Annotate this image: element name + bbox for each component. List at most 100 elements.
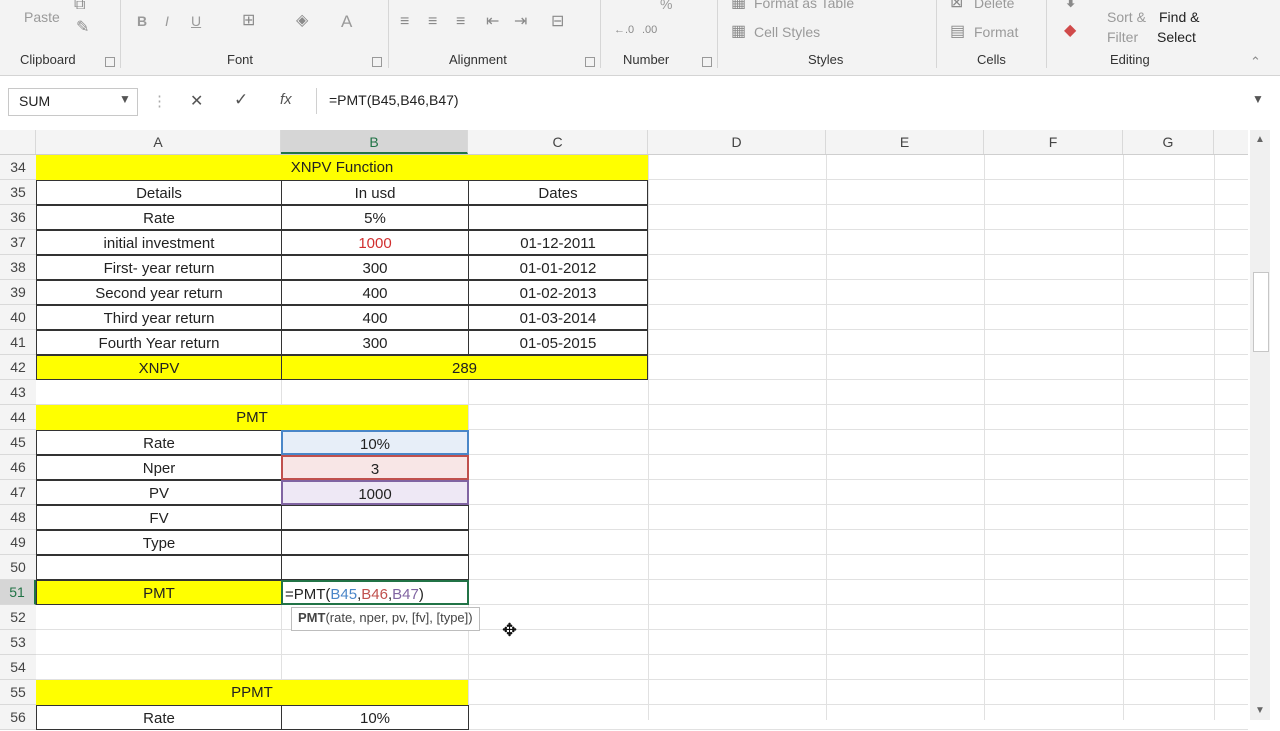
underline-button[interactable]: U <box>191 13 201 29</box>
column-header-f[interactable]: F <box>984 130 1123 154</box>
ppmt-label[interactable]: Rate <box>36 705 282 730</box>
paste-button[interactable]: Paste <box>24 9 60 25</box>
pmt-nper-value[interactable]: 3 <box>281 455 469 480</box>
font-color-button[interactable]: A <box>341 12 352 32</box>
row-header[interactable]: 53 <box>0 630 36 655</box>
formula-input[interactable]: =PMT(B45,B46,B47) <box>316 88 1272 114</box>
column-header-c[interactable]: C <box>468 130 648 154</box>
alignment-launcher[interactable] <box>585 57 595 67</box>
row-header[interactable]: 35 <box>0 180 36 205</box>
enter-icon[interactable]: ✓ <box>234 90 248 110</box>
row-header[interactable]: 44 <box>0 405 36 430</box>
find-select-button-line2[interactable]: Select <box>1157 29 1196 45</box>
row-header[interactable]: 49 <box>0 530 36 555</box>
scroll-up-icon[interactable]: ▲ <box>1255 134 1265 145</box>
row-header[interactable]: 37 <box>0 230 36 255</box>
tooltip-function[interactable]: PMT <box>298 610 325 625</box>
pmt-label[interactable]: PV <box>36 480 282 505</box>
xnpv-header-dates[interactable]: Dates <box>468 180 648 205</box>
xnpv-value[interactable]: 1000 <box>281 230 469 255</box>
bold-button[interactable]: B <box>137 13 147 29</box>
cell-styles-button[interactable]: Cell Styles <box>754 24 820 40</box>
sort-filter-button-line2[interactable]: Filter <box>1107 29 1138 45</box>
row-header[interactable]: 41 <box>0 330 36 355</box>
pmt-fv-value[interactable] <box>281 505 469 530</box>
delete-cells-button[interactable]: Delete <box>974 0 1014 11</box>
ppmt-title[interactable]: PPMT <box>36 680 468 705</box>
clipboard-launcher[interactable] <box>105 57 115 67</box>
column-header-b[interactable]: B <box>281 130 468 154</box>
xnpv-date[interactable]: 01-03-2014 <box>468 305 648 330</box>
italic-button[interactable]: I <box>165 13 169 29</box>
xnpv-label[interactable]: Rate <box>36 205 282 230</box>
row-header[interactable]: 36 <box>0 205 36 230</box>
ppmt-value[interactable]: 10% <box>281 705 469 730</box>
vertical-scrollbar[interactable] <box>1250 130 1270 720</box>
select-all-corner[interactable] <box>0 130 36 154</box>
scrollbar-thumb[interactable] <box>1253 272 1269 352</box>
pmt-blank[interactable] <box>36 555 282 580</box>
xnpv-value[interactable]: 300 <box>281 255 469 280</box>
merge-center-icon[interactable]: ⊟ <box>551 14 564 30</box>
scroll-down-icon[interactable]: ▼ <box>1255 705 1265 716</box>
borders-icon[interactable]: ⊞ <box>242 13 255 29</box>
find-select-button-line1[interactable]: Find & <box>1159 9 1199 25</box>
row-header[interactable]: 39 <box>0 280 36 305</box>
pmt-label[interactable]: Rate <box>36 430 282 455</box>
xnpv-label[interactable]: initial investment <box>36 230 282 255</box>
row-header-active[interactable]: 51 <box>0 580 36 605</box>
xnpv-value[interactable]: 400 <box>281 280 469 305</box>
row-header[interactable]: 48 <box>0 505 36 530</box>
pmt-rate-value[interactable]: 10% <box>281 430 469 455</box>
pmt-blank[interactable] <box>281 555 469 580</box>
format-cells-button[interactable]: Format <box>974 24 1018 40</box>
xnpv-date[interactable]: 01-12-2011 <box>468 230 648 255</box>
clear-icon[interactable]: ◆ <box>1064 23 1076 39</box>
number-launcher[interactable] <box>702 57 712 67</box>
percent-style-button[interactable]: % <box>660 0 672 12</box>
pmt-title[interactable]: PMT <box>36 405 468 430</box>
pmt-pv-value[interactable]: 1000 <box>281 480 469 505</box>
xnpv-label[interactable]: First- year return <box>36 255 282 280</box>
xnpv-header-details[interactable]: Details <box>36 180 282 205</box>
xnpv-label[interactable]: Second year return <box>36 280 282 305</box>
row-header[interactable]: 38 <box>0 255 36 280</box>
increase-indent-icon[interactable]: ⇥ <box>514 14 527 30</box>
row-header[interactable]: 52 <box>0 605 36 630</box>
fill-icon[interactable]: ⬇ <box>1064 0 1077 11</box>
expand-formula-bar-icon[interactable]: ▼ <box>1252 92 1264 106</box>
fill-color-icon[interactable]: ◈ <box>296 13 308 29</box>
pmt-label[interactable]: Nper <box>36 455 282 480</box>
pmt-label[interactable]: Type <box>36 530 282 555</box>
row-header[interactable]: 56 <box>0 705 36 730</box>
font-launcher[interactable] <box>372 57 382 67</box>
name-box[interactable]: SUM ▼ <box>8 88 138 116</box>
xnpv-date[interactable]: 01-02-2013 <box>468 280 648 305</box>
column-header-g[interactable]: G <box>1123 130 1214 154</box>
align-right-icon[interactable]: ≡ <box>456 14 465 30</box>
row-header[interactable]: 43 <box>0 380 36 405</box>
decrease-decimal-icon[interactable]: .00 <box>642 22 657 38</box>
align-left-icon[interactable]: ≡ <box>400 14 409 30</box>
row-header[interactable]: 54 <box>0 655 36 680</box>
copy-icon[interactable]: ⧉ <box>74 0 85 13</box>
xnpv-date[interactable]: 01-01-2012 <box>468 255 648 280</box>
row-header[interactable]: 47 <box>0 480 36 505</box>
xnpv-label[interactable]: Fourth Year return <box>36 330 282 355</box>
cancel-icon[interactable]: ✕ <box>190 91 203 111</box>
xnpv-value[interactable]: 300 <box>281 330 469 355</box>
xnpv-title[interactable]: XNPV Function <box>36 155 648 180</box>
decrease-indent-icon[interactable]: ⇤ <box>486 14 499 30</box>
active-cell-editor[interactable]: =PMT(B45,B46,B47) <box>281 580 469 605</box>
format-painter-icon[interactable]: ✎ <box>76 20 89 36</box>
xnpv-result-label[interactable]: XNPV <box>36 355 282 380</box>
row-header[interactable]: 45 <box>0 430 36 455</box>
row-header[interactable]: 40 <box>0 305 36 330</box>
row-header[interactable]: 50 <box>0 555 36 580</box>
sort-filter-button-line1[interactable]: Sort & <box>1107 9 1146 25</box>
row-header[interactable]: 55 <box>0 680 36 705</box>
pmt-type-value[interactable] <box>281 530 469 555</box>
xnpv-date[interactable]: 01-05-2015 <box>468 330 648 355</box>
column-header-a[interactable]: A <box>36 130 281 154</box>
name-box-dropdown-icon[interactable]: ▼ <box>119 92 131 106</box>
